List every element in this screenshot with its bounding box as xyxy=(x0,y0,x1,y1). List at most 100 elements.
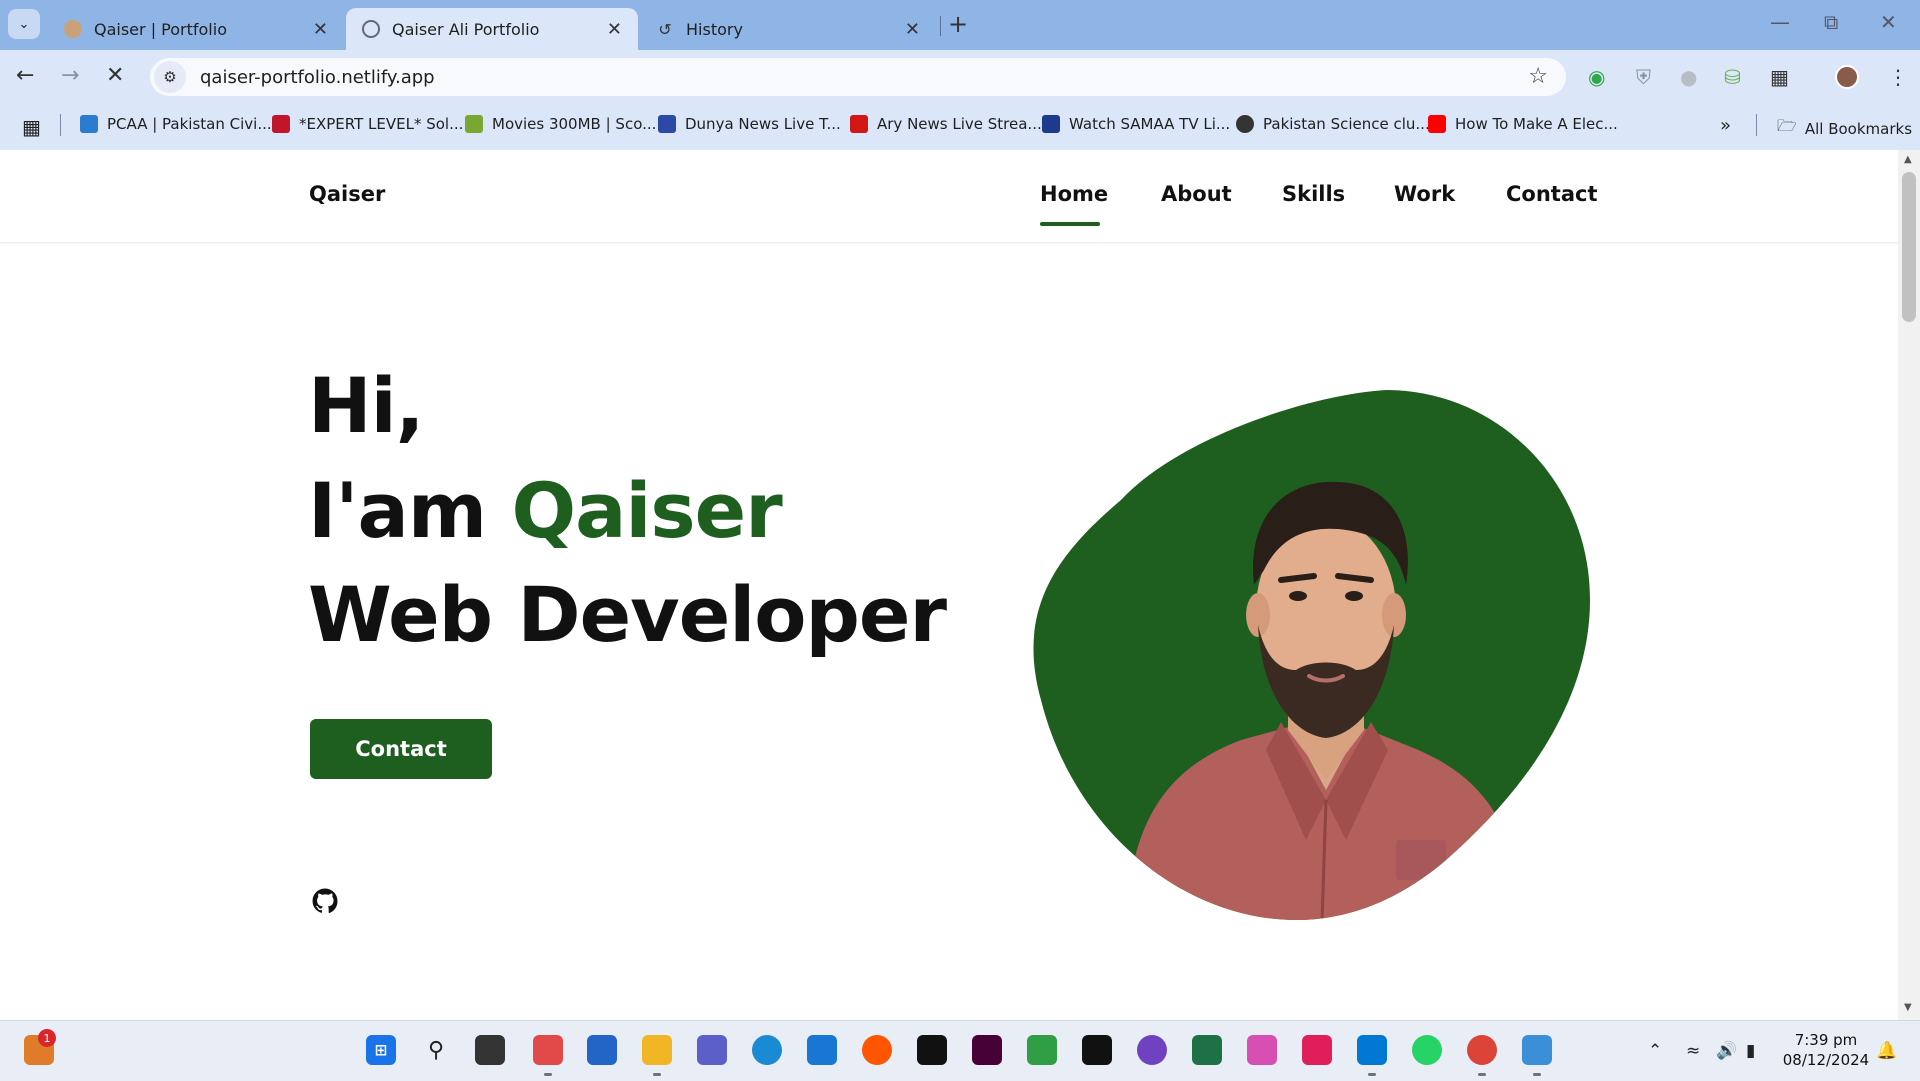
app-square-icon[interactable] xyxy=(1082,1035,1112,1065)
address-bar[interactable]: ⚙ qaiser-portfolio.netlify.app ☆ xyxy=(150,58,1566,96)
extension-eye-icon[interactable]: ◉ xyxy=(1588,65,1605,89)
close-icon[interactable]: ✕ xyxy=(313,19,328,40)
running-indicator xyxy=(1368,1073,1376,1076)
bookmark-item[interactable]: Dunya News Live T... xyxy=(658,115,841,133)
tab-qaiser-portfolio[interactable]: Qaiser | Portfolio ✕ xyxy=(48,8,344,50)
start-windows-icon[interactable]: ⊞ xyxy=(366,1035,396,1065)
close-icon[interactable]: ✕ xyxy=(607,19,622,40)
stop-loading-button[interactable]: ✕ xyxy=(106,63,124,88)
avatar-favicon-icon xyxy=(64,20,82,38)
github-icon[interactable] xyxy=(312,888,338,914)
bookmark-favicon-icon xyxy=(1042,115,1060,133)
nav-work[interactable]: Work xyxy=(1394,182,1455,206)
close-window-button[interactable]: ✕ xyxy=(1880,10,1897,34)
profile-photo-blob xyxy=(1033,390,1590,920)
bookmark-item[interactable]: Movies 300MB | Sco... xyxy=(465,115,656,133)
url-text[interactable]: qaiser-portfolio.netlify.app xyxy=(200,67,435,88)
teams-icon[interactable] xyxy=(697,1035,727,1065)
back-button[interactable]: ← xyxy=(16,63,34,88)
bookmark-label: Movies 300MB | Sco... xyxy=(492,115,657,133)
loading-favicon-icon xyxy=(362,20,380,38)
running-indicator xyxy=(653,1073,661,1076)
tab-title: History xyxy=(686,19,743,39)
wifi-icon[interactable]: ≈ xyxy=(1686,1041,1700,1061)
nav-about[interactable]: About xyxy=(1161,182,1232,206)
contact-button[interactable]: Contact xyxy=(310,719,492,779)
copilot-icon[interactable] xyxy=(1247,1035,1277,1065)
scrollbar-thumb[interactable] xyxy=(1902,172,1916,322)
figma-mirror-icon[interactable] xyxy=(917,1035,947,1065)
tab-search-button[interactable]: ⌄ xyxy=(8,9,40,39)
extension-shield-icon[interactable]: ⛨ xyxy=(1636,65,1651,89)
scroll-up-arrow-icon[interactable]: ▲ xyxy=(1904,154,1912,165)
menu-kebab-icon[interactable]: ⋮ xyxy=(1888,65,1908,89)
more-bookmarks-chevron-icon[interactable]: » xyxy=(1720,115,1731,136)
extension-circle-icon[interactable]: ● xyxy=(1680,65,1697,89)
apps-grid-icon[interactable]: ▦ xyxy=(22,115,41,139)
tab-history[interactable]: ↺ History ✕ xyxy=(640,8,936,50)
chrome-icon[interactable] xyxy=(1467,1035,1497,1065)
bookmark-item[interactable]: Ary News Live Strea... xyxy=(850,115,1042,133)
excel-icon[interactable] xyxy=(1192,1035,1222,1065)
edge-icon[interactable] xyxy=(752,1035,782,1065)
forward-button[interactable]: → xyxy=(61,63,79,88)
microsoft-store-icon[interactable] xyxy=(587,1035,617,1065)
bookmark-label: Pakistan Science clu... xyxy=(1263,115,1430,133)
scroll-down-arrow-icon[interactable]: ▼ xyxy=(1904,1002,1912,1013)
close-icon[interactable]: ✕ xyxy=(905,19,920,40)
bookmark-favicon-icon xyxy=(1236,115,1254,133)
clock-date: 08/12/2024 xyxy=(1782,1051,1870,1069)
restore-button[interactable]: ⧉ xyxy=(1824,10,1838,34)
history-icon: ↺ xyxy=(658,19,672,39)
tab-title: Qaiser Ali Portfolio xyxy=(392,19,540,39)
bookmark-favicon-icon xyxy=(80,115,98,133)
site-logo[interactable]: Qaiser xyxy=(309,182,385,206)
bookmark-item[interactable]: Pakistan Science clu... xyxy=(1236,115,1430,133)
search-icon[interactable]: ⚲ xyxy=(421,1035,451,1065)
hero-title: Web Developer xyxy=(308,570,947,659)
task-view-icon[interactable] xyxy=(475,1035,505,1065)
snipping-tool-icon[interactable] xyxy=(533,1035,563,1065)
mail-icon[interactable] xyxy=(807,1035,837,1065)
file-explorer-icon[interactable] xyxy=(642,1035,672,1065)
new-tab-button[interactable]: + xyxy=(948,10,968,38)
site-info-icon[interactable]: ⚙ xyxy=(154,61,186,93)
adobe-xd-icon[interactable] xyxy=(972,1035,1002,1065)
notepad-icon[interactable] xyxy=(1522,1035,1552,1065)
bookmark-item[interactable]: How To Make A Elec... xyxy=(1428,115,1618,133)
system-clock[interactable]: 7:39 pm 08/12/2024 xyxy=(1780,1030,1872,1070)
bookmark-star-icon[interactable]: ☆ xyxy=(1528,64,1548,89)
minimize-button[interactable]: — xyxy=(1770,10,1790,34)
google-meet-icon[interactable] xyxy=(1027,1035,1057,1065)
bookmarks-bar: ▦ PCAA | Pakistan Civi... *EXPERT LEVEL*… xyxy=(0,100,1920,150)
extensions-puzzle-icon[interactable]: ▦ xyxy=(1770,65,1789,89)
tray-overflow-chevron-icon[interactable]: ⌃ xyxy=(1648,1041,1662,1061)
whatsapp-icon[interactable] xyxy=(1412,1035,1442,1065)
extension-cart-icon[interactable]: ⛁ xyxy=(1724,65,1741,89)
active-nav-indicator xyxy=(1040,222,1100,226)
slack-icon[interactable] xyxy=(1302,1035,1332,1065)
battery-icon[interactable]: ▮ xyxy=(1746,1041,1755,1061)
nav-skills[interactable]: Skills xyxy=(1282,182,1345,206)
profile-avatar[interactable] xyxy=(1835,65,1859,89)
portfolio-page: Qaiser Home About Skills Work Contact Hi… xyxy=(0,150,1898,1020)
browser-toolbar: ← → ✕ ⚙ qaiser-portfolio.netlify.app ☆ ◉… xyxy=(0,50,1920,100)
soundcloud-icon[interactable] xyxy=(862,1035,892,1065)
running-indicator xyxy=(1478,1073,1486,1076)
bookmark-item[interactable]: Watch SAMAA TV Li... xyxy=(1042,115,1230,133)
chevron-down-icon: ⌄ xyxy=(18,16,30,32)
all-bookmarks-folder[interactable]: 🗁 All Bookmarks xyxy=(1777,115,1912,142)
nav-home[interactable]: Home xyxy=(1040,182,1108,206)
notification-bell-icon[interactable]: 🔔 xyxy=(1876,1041,1897,1061)
bookmark-item[interactable]: PCAA | Pakistan Civi... xyxy=(80,115,272,133)
running-indicator xyxy=(1533,1073,1541,1076)
tab-qaiser-ali-portfolio[interactable]: Qaiser Ali Portfolio ✕ xyxy=(346,8,638,50)
tab-title: Qaiser | Portfolio xyxy=(94,19,227,39)
bookmark-favicon-icon xyxy=(465,115,483,133)
github-desktop-icon[interactable] xyxy=(1137,1035,1167,1065)
volume-icon[interactable]: 🔊 xyxy=(1716,1041,1737,1061)
vscode-icon[interactable] xyxy=(1357,1035,1387,1065)
bookmark-item[interactable]: *EXPERT LEVEL* Sol... xyxy=(272,115,463,133)
page-scrollbar[interactable]: ▲ ▼ xyxy=(1898,150,1920,1020)
nav-contact[interactable]: Contact xyxy=(1506,182,1598,206)
